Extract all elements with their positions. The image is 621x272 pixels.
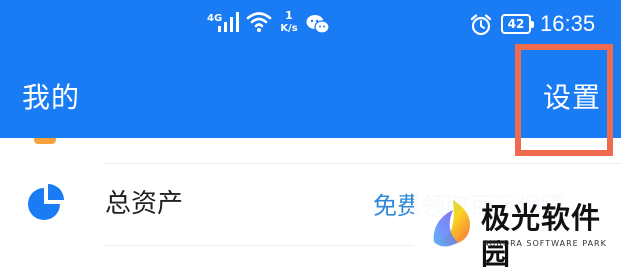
- pie-chart-icon: [28, 184, 64, 220]
- divider: [104, 163, 621, 164]
- signal-icon: [218, 12, 239, 32]
- battery-level: 42: [507, 17, 525, 31]
- tab-indicator: [34, 138, 56, 144]
- watermark-subtitle: AURORA SOFTWARE PARK: [483, 239, 607, 248]
- alarm-icon: [470, 14, 492, 36]
- page-title: 我的: [22, 81, 81, 114]
- watermark: 极光软件园 AURORA SOFTWARE PARK: [414, 190, 621, 271]
- watermark-name: 极光软件园: [481, 201, 602, 271]
- wechat-icon: [306, 15, 330, 34]
- network-speed: 1 K/s: [276, 9, 302, 35]
- wifi-icon: [246, 12, 272, 32]
- settings-highlight-box: [515, 44, 613, 156]
- clock: 16:35: [540, 11, 596, 36]
- aurora-logo-icon: [433, 200, 471, 247]
- speed-value: 1: [285, 9, 293, 22]
- list-item-label: 总资产: [105, 189, 184, 219]
- speed-unit: K/s: [280, 23, 298, 34]
- battery-icon: 42: [501, 14, 534, 34]
